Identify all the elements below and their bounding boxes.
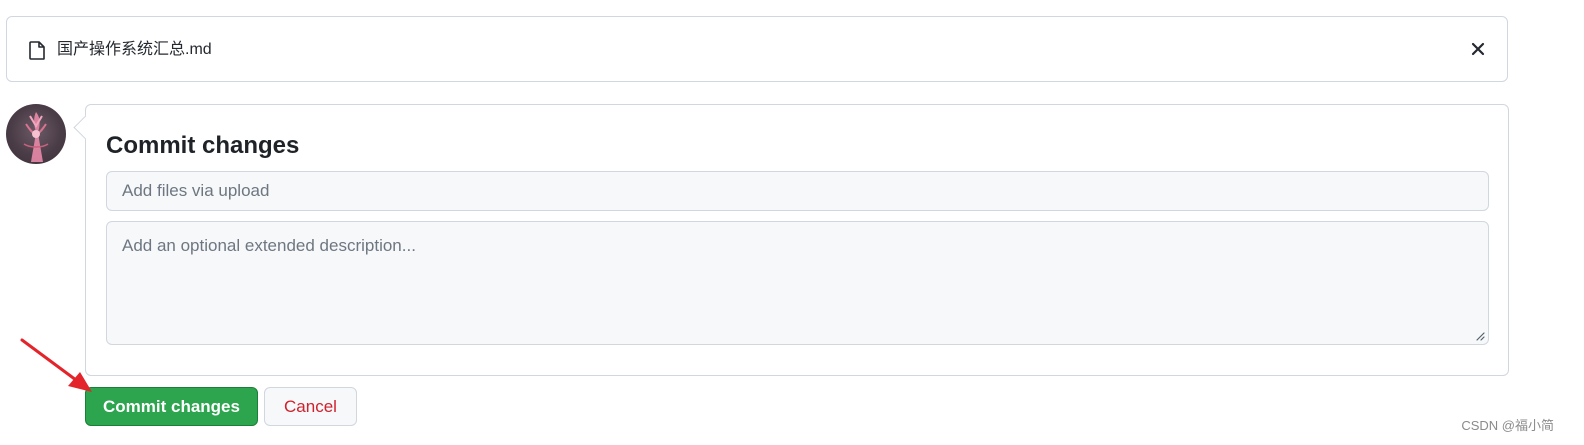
commit-description-textarea[interactable]: [106, 221, 1489, 345]
watermark: CSDN @福小简: [1461, 418, 1554, 433]
close-icon[interactable]: [1471, 42, 1485, 56]
commit-panel: Commit changes: [73, 104, 1509, 376]
commit-changes-button[interactable]: Commit changes: [85, 387, 258, 426]
file-row: 国产操作系统汇总.md: [6, 16, 1508, 82]
commit-title: Commit changes: [106, 132, 300, 159]
file-icon: [29, 41, 45, 60]
user-avatar[interactable]: [6, 104, 66, 164]
panel-caret: [73, 115, 98, 140]
cancel-button[interactable]: Cancel: [264, 387, 357, 426]
avatar-image: [23, 112, 49, 162]
commit-summary-input[interactable]: [106, 171, 1489, 211]
file-name: 国产操作系统汇总.md: [57, 41, 212, 58]
resize-handle-icon[interactable]: [1475, 331, 1485, 341]
annotation-arrow-icon: [20, 338, 92, 392]
